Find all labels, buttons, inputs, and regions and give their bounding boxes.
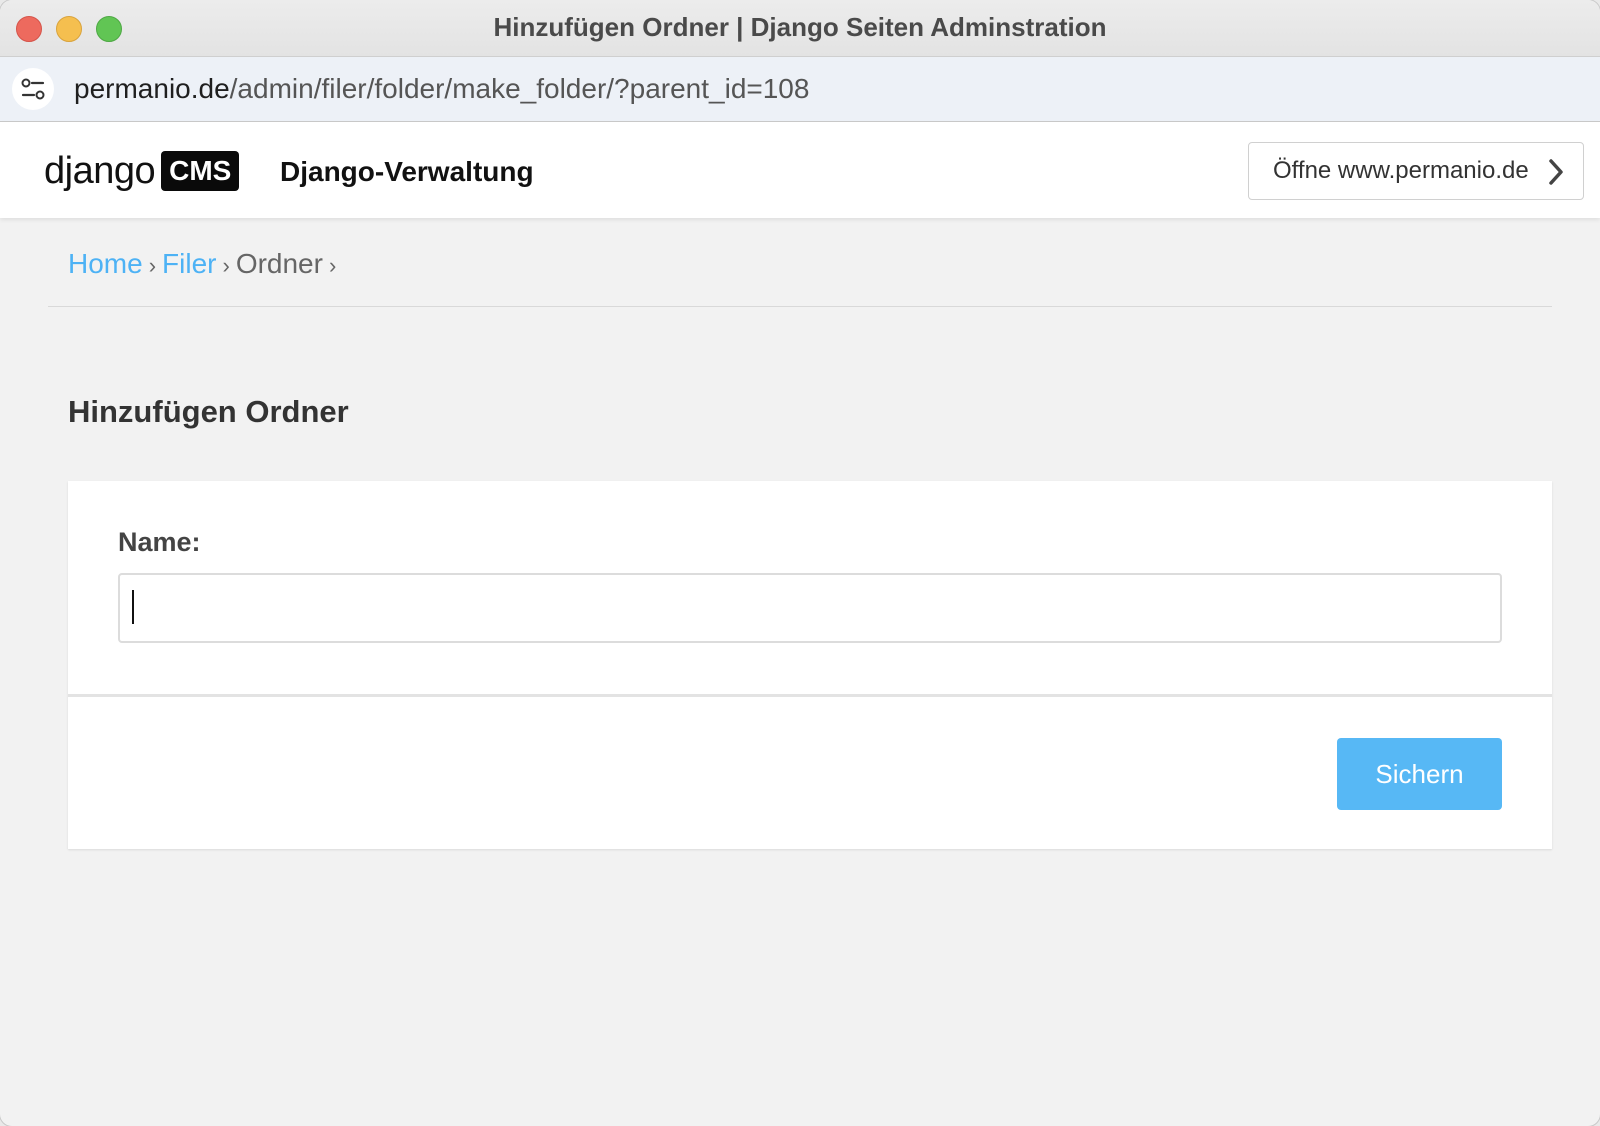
breadcrumb-separator: › [222, 253, 230, 278]
name-label: Name: [118, 527, 201, 557]
name-input[interactable] [118, 573, 1502, 643]
breadcrumb-current: Ordner [235, 248, 323, 279]
breadcrumb-separator: › [148, 253, 157, 278]
open-site-label: Öffne www.permanio.de [1273, 157, 1529, 184]
text-caret [132, 590, 134, 624]
breadcrumb-divider [48, 306, 1552, 307]
site-settings-button[interactable] [12, 68, 54, 110]
open-site-button[interactable]: Öffne www.permanio.de [1248, 142, 1584, 200]
address-bar[interactable]: permanio.de/admin/filer/folder/make_fold… [0, 57, 1600, 122]
logo-text: django [44, 149, 156, 192]
chevron-right-icon [1549, 159, 1563, 185]
breadcrumb-filer[interactable]: Filer [162, 248, 216, 279]
save-button[interactable]: Sichern [1337, 738, 1502, 810]
browser-window: Hinzufügen Ordner | Django Seiten Admins… [0, 0, 1600, 1126]
logo-badge: CMS [161, 151, 240, 191]
form-divider [68, 694, 1552, 697]
url-text[interactable]: permanio.de/admin/filer/folder/make_fold… [74, 73, 809, 105]
window-title: Hinzufügen Ordner | Django Seiten Admins… [493, 12, 1107, 42]
url-domain: permanio.de [74, 73, 230, 104]
folder-form: Name: Sichern [68, 481, 1552, 849]
breadcrumb-separator: › [328, 253, 337, 278]
title-bar: Hinzufügen Ordner | Django Seiten Admins… [0, 0, 1600, 57]
site-name[interactable]: Django-Verwaltung [280, 156, 534, 188]
cms-header: django CMS Django-Verwaltung Öffne www.p… [0, 122, 1600, 218]
page-title: Hinzufügen Ordner [68, 394, 349, 429]
breadcrumb-home[interactable]: Home [68, 248, 143, 279]
breadcrumb: Home › Filer › Ordner › [68, 248, 342, 280]
url-path: /admin/filer/folder/make_folder/?parent_… [229, 73, 810, 104]
django-cms-logo[interactable]: django CMS [44, 149, 240, 192]
site-settings-icon [21, 78, 45, 100]
